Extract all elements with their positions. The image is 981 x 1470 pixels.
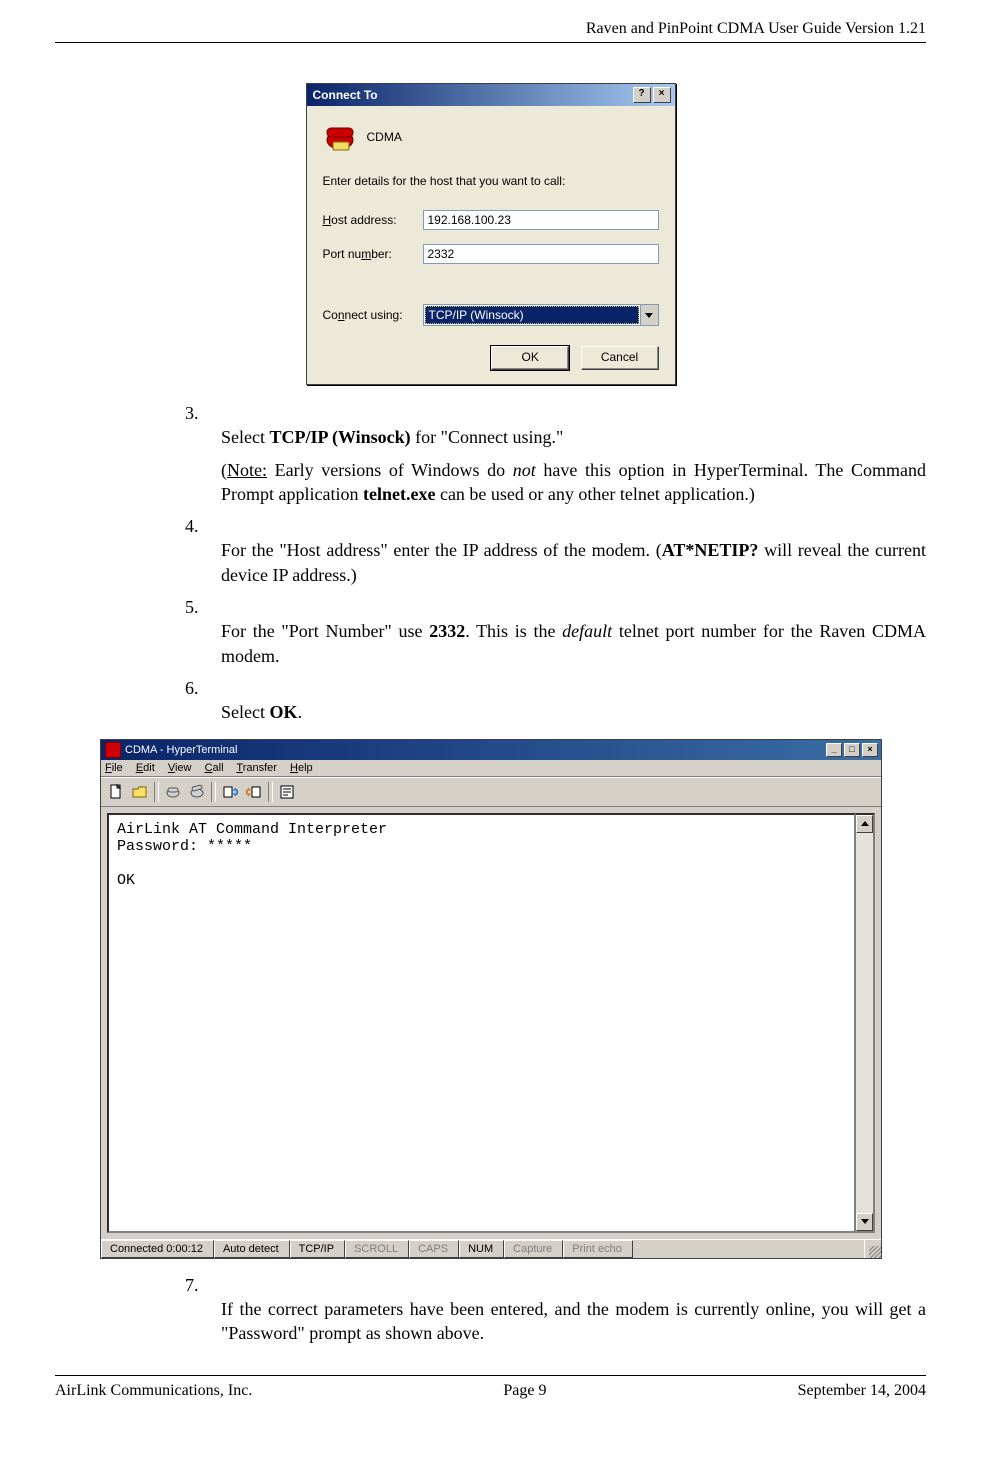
menu-file[interactable]: FFileile <box>105 762 123 774</box>
footer-right: September 14, 2004 <box>798 1382 926 1400</box>
connect-using-value: TCP/IP (Winsock) <box>425 306 639 324</box>
connection-name: CDMA <box>367 130 402 144</box>
toolbar <box>101 777 881 807</box>
status-capture: Capture <box>504 1240 563 1258</box>
connect-using-combo[interactable]: TCP/IP (Winsock) <box>423 304 659 326</box>
host-address-input[interactable] <box>423 210 659 230</box>
cancel-button[interactable]: Cancel <box>581 346 659 370</box>
step-3: 3.Select TCP/IP (Winsock) for "Connect u… <box>185 401 926 506</box>
open-icon[interactable] <box>128 781 152 803</box>
terminal-output[interactable]: AirLink AT Command Interpreter Password:… <box>107 813 856 1233</box>
dialog-instruction: Enter details for the host that you want… <box>323 174 659 188</box>
ok-button[interactable]: OK <box>491 346 569 370</box>
menu-transfer[interactable]: Transfer <box>236 762 277 774</box>
chevron-down-icon <box>645 313 653 318</box>
status-num: NUM <box>459 1240 504 1258</box>
status-bar: Connected 0:00:12 Auto detect TCP/IP SCR… <box>101 1239 881 1258</box>
status-autodetect: Auto detect <box>214 1240 290 1258</box>
phone-icon <box>323 120 357 154</box>
hyperterminal-window: CDMA - HyperTerminal _ □ × FFileile Edit… <box>100 739 882 1259</box>
step-4: 4.For the "Host address" enter the IP ad… <box>185 514 926 587</box>
receive-icon[interactable] <box>242 781 266 803</box>
resize-grip-icon[interactable] <box>864 1240 881 1258</box>
footer-left: AirLink Communications, Inc. <box>55 1382 252 1400</box>
arrow-up-icon <box>861 821 869 826</box>
port-number-input[interactable] <box>423 244 659 264</box>
status-connected: Connected 0:00:12 <box>101 1240 214 1258</box>
help-button[interactable]: ? <box>633 87 651 103</box>
status-caps: CAPS <box>409 1240 459 1258</box>
hyper-title-text: CDMA - HyperTerminal <box>125 744 824 756</box>
close-button[interactable]: × <box>653 87 671 103</box>
menu-view[interactable]: View <box>168 762 192 774</box>
new-icon[interactable] <box>104 781 128 803</box>
status-echo: Print echo <box>563 1240 633 1258</box>
scroll-up-button[interactable] <box>856 815 873 833</box>
dialog-title-text: Connect To <box>313 88 631 102</box>
send-icon[interactable] <box>218 781 242 803</box>
connect-to-dialog: Connect To ? × CDMA <box>306 83 676 385</box>
minimize-button[interactable]: _ <box>826 743 842 757</box>
combo-dropdown-button[interactable] <box>640 305 658 325</box>
step-7: 7.If the correct parameters have been en… <box>185 1273 926 1346</box>
footer-center: Page 9 <box>503 1382 546 1400</box>
hyperterminal-figure: CDMA - HyperTerminal _ □ × FFileile Edit… <box>55 739 926 1259</box>
connect-using-label: Connect using: <box>323 308 423 322</box>
page-header: Raven and PinPoint CDMA User Guide Versi… <box>55 20 926 43</box>
menu-bar: FFileile Edit View Call Transfer Help <box>101 760 881 777</box>
menu-call[interactable]: Call <box>205 762 224 774</box>
status-protocol: TCP/IP <box>290 1240 345 1258</box>
hyper-close-button[interactable]: × <box>862 743 878 757</box>
menu-help[interactable]: Help <box>290 762 313 774</box>
port-number-label: Port number: <box>323 247 423 261</box>
arrow-down-icon <box>861 1219 869 1224</box>
menu-edit[interactable]: Edit <box>136 762 155 774</box>
dialog-figure: Connect To ? × CDMA <box>55 83 926 385</box>
hyper-app-icon <box>105 742 121 758</box>
scroll-down-button[interactable] <box>856 1213 873 1231</box>
step-5: 5.For the "Port Number" use 2332. This i… <box>185 595 926 668</box>
properties-icon[interactable] <box>275 781 299 803</box>
hyper-titlebar: CDMA - HyperTerminal _ □ × <box>101 740 881 760</box>
terminal-scrollbar[interactable] <box>856 813 875 1233</box>
dialog-titlebar: Connect To ? × <box>307 84 675 106</box>
disconnect-icon[interactable] <box>185 781 209 803</box>
connect-icon[interactable] <box>161 781 185 803</box>
page-footer: AirLink Communications, Inc. Page 9 Sept… <box>55 1375 926 1400</box>
header-title: Raven and PinPoint CDMA User Guide Versi… <box>586 20 926 37</box>
step-6: 6.Select OK. <box>185 676 926 725</box>
maximize-button[interactable]: □ <box>844 743 860 757</box>
host-address-label: Host address: <box>323 213 423 227</box>
status-scroll: SCROLL <box>345 1240 409 1258</box>
